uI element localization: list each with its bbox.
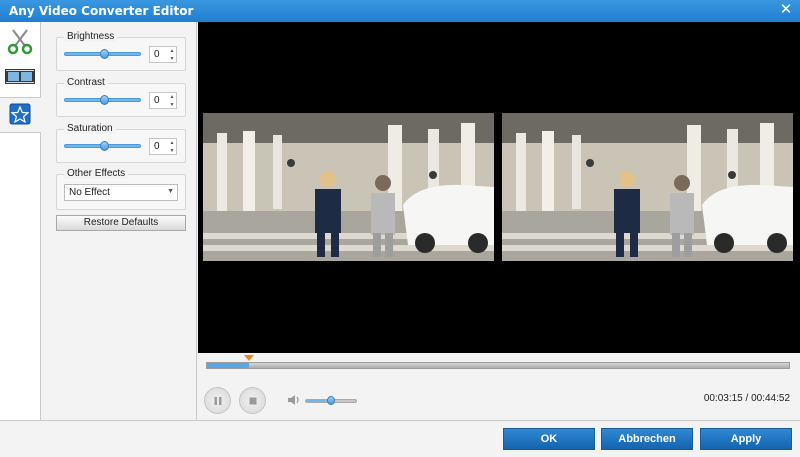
player-controls: 00:03:15 / 00:44:52: [198, 353, 800, 420]
saturation-spinbox[interactable]: 0 ▲ ▼: [149, 138, 177, 155]
original-preview-frame: [203, 113, 494, 261]
film-strip-icon: [5, 69, 35, 84]
contrast-value: 0: [154, 95, 160, 106]
other-effects-label: Other Effects: [64, 168, 129, 179]
saturation-label: Saturation: [64, 123, 116, 134]
brightness-slider[interactable]: [64, 49, 141, 59]
contrast-group: Contrast 0 ▲ ▼: [56, 77, 186, 117]
video-frame-image: [502, 113, 793, 261]
tab-clip[interactable]: [0, 24, 40, 58]
cancel-button[interactable]: Abbrechen: [601, 428, 693, 450]
speaker-icon[interactable]: [287, 393, 301, 407]
other-effects-group: Other Effects No Effect ▼: [56, 168, 186, 210]
saturation-slider[interactable]: [64, 141, 141, 151]
other-effects-select[interactable]: No Effect ▼: [64, 184, 178, 201]
seek-bar[interactable]: [206, 362, 790, 369]
other-effects-selected: No Effect: [69, 187, 110, 198]
tool-tabs: [0, 22, 41, 420]
contrast-spinbox[interactable]: 0 ▲ ▼: [149, 92, 177, 109]
contrast-label: Contrast: [64, 77, 108, 88]
saturation-value: 0: [154, 141, 160, 152]
contrast-slider-thumb[interactable]: [100, 95, 109, 105]
video-preview: [198, 22, 800, 353]
star-icon: [9, 103, 31, 125]
brightness-group: Brightness 0 ▲ ▼: [56, 31, 186, 71]
seek-bar-progress: [207, 363, 249, 368]
dialog-footer: OK Abbrechen Apply: [0, 420, 800, 457]
tab-effect[interactable]: [0, 97, 41, 133]
brightness-slider-thumb[interactable]: [100, 49, 109, 59]
apply-button[interactable]: Apply: [700, 428, 792, 450]
spin-up-icon[interactable]: ▲: [168, 47, 176, 55]
spin-up-icon[interactable]: ▲: [168, 93, 176, 101]
scissors-icon: [7, 29, 33, 55]
spin-down-icon[interactable]: ▼: [168, 147, 176, 155]
video-frame-image: [203, 113, 494, 261]
brightness-label: Brightness: [64, 31, 118, 42]
stop-icon: [249, 397, 257, 405]
chevron-down-icon[interactable]: ▼: [167, 188, 174, 195]
spin-down-icon[interactable]: ▼: [168, 55, 176, 63]
spin-down-icon[interactable]: ▼: [168, 101, 176, 109]
saturation-slider-thumb[interactable]: [100, 141, 109, 151]
output-preview-frame: [502, 113, 793, 261]
effects-panel: Brightness 0 ▲ ▼ Contrast 0 ▲ ▼ Saturati…: [41, 22, 197, 420]
volume-slider[interactable]: [305, 396, 357, 405]
time-readout: 00:03:15 / 00:44:52: [703, 393, 790, 404]
window-title: Any Video Converter Editor: [9, 4, 194, 18]
brightness-value: 0: [154, 49, 160, 60]
tab-crop[interactable]: [0, 59, 40, 93]
pause-button[interactable]: [204, 387, 231, 414]
ok-button[interactable]: OK: [503, 428, 595, 450]
volume-slider-thumb[interactable]: [327, 396, 335, 405]
brightness-spinbox[interactable]: 0 ▲ ▼: [149, 46, 177, 63]
spin-up-icon[interactable]: ▲: [168, 139, 176, 147]
stop-button[interactable]: [239, 387, 266, 414]
position-marker-icon[interactable]: [243, 355, 254, 361]
saturation-group: Saturation 0 ▲ ▼: [56, 123, 186, 163]
contrast-slider[interactable]: [64, 95, 141, 105]
close-icon[interactable]: ✕: [778, 2, 794, 18]
title-bar: Any Video Converter Editor ✕: [0, 0, 800, 22]
pause-icon: [214, 397, 222, 405]
restore-defaults-button[interactable]: Restore Defaults: [56, 215, 186, 231]
